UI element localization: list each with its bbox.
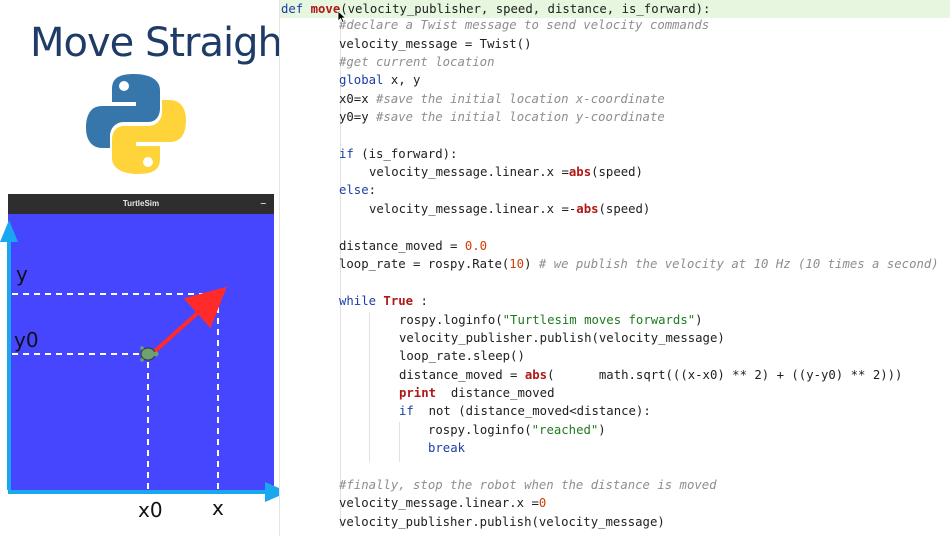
code-text: loop_rate = rospy.Rate( (339, 257, 510, 271)
code-comment: # we publish the velocity at 10 Hz (10 t… (538, 257, 939, 271)
code-text: y0=y (339, 110, 377, 124)
code-line-17[interactable]: while True : (339, 292, 428, 310)
code-text: (speed) (598, 202, 651, 216)
code-number: 0.0 (464, 239, 488, 253)
code-keyword: def (281, 2, 311, 16)
code-line-25[interactable]: break (428, 439, 465, 457)
axis-label-y0: y0 (14, 328, 39, 352)
indent-guide (369, 312, 370, 462)
code-keyword: if (339, 147, 354, 161)
code-text: velocity_message.linear.x = (369, 165, 569, 179)
code-line-3[interactable]: velocity_message = Twist() (339, 35, 532, 53)
code-line-21[interactable]: distance_moved = abs( math.sqrt(((x-x0) … (399, 366, 902, 384)
code-keyword: if (399, 404, 414, 418)
code-text: ) (598, 423, 606, 437)
code-line-19[interactable]: velocity_publisher.publish(velocity_mess… (399, 329, 725, 347)
code-function-name: move (310, 2, 341, 16)
motion-arrow (152, 286, 227, 354)
code-builtin: abs (576, 202, 599, 216)
code-line-7[interactable]: y0=y #save the initial location y-coordi… (339, 108, 665, 126)
code-comment: #save the initial location y-coordinate (376, 110, 665, 124)
code-text: velocity_message.linear.x =- (369, 202, 577, 216)
code-comment: #finally, stop the robot when the distan… (339, 478, 717, 492)
code-line-15[interactable]: loop_rate = rospy.Rate(10) # we publish … (339, 255, 939, 273)
code-comment: #get current location (339, 55, 495, 69)
code-line-5[interactable]: global x, y (339, 71, 420, 89)
code-line-9[interactable]: if (is_forward): (339, 145, 457, 163)
slide-left-panel: Move Straight TurtleSim – y y0 x0 x (0, 0, 298, 536)
axis-label-x: x (212, 496, 224, 520)
code-line-6[interactable]: x0=x #save the initial location x-coordi… (339, 90, 665, 108)
code-string: "reached" (531, 423, 599, 437)
code-line-27[interactable]: #finally, stop the robot when the distan… (339, 476, 717, 494)
code-comment: #save the initial location x-coordinate (376, 92, 665, 106)
code-text: velocity_publisher.publish(velocity_mess… (339, 515, 665, 529)
code-text: velocity_publisher.publish(velocity_mess… (399, 331, 725, 345)
code-line-2[interactable]: #declare a Twist message to send velocit… (339, 16, 709, 34)
code-line-28[interactable]: velocity_message.linear.x =0 (339, 494, 546, 512)
code-editor[interactable]: def move(velocity_publisher, speed, dist… (279, 0, 950, 536)
code-text: not (distance_moved<distance): (413, 404, 651, 418)
code-text: x0=x (339, 92, 377, 106)
code-text: loop_rate.sleep() (399, 349, 525, 363)
code-line-22[interactable]: print distance_moved (399, 384, 555, 402)
mouse-cursor-icon (337, 10, 347, 24)
code-text: : (413, 294, 428, 308)
code-line-12[interactable]: velocity_message.linear.x =-abs(speed) (369, 200, 650, 218)
code-line-20[interactable]: loop_rate.sleep() (399, 347, 525, 365)
code-text: : (368, 183, 377, 197)
code-keyword: break (428, 441, 466, 455)
code-text: (speed) (591, 165, 643, 179)
code-text: rospy.loginfo( (399, 313, 503, 327)
code-builtin: abs (524, 368, 548, 382)
code-line-4[interactable]: #get current location (339, 53, 494, 71)
code-text: velocity_message.linear.x = (339, 496, 539, 510)
code-line-24[interactable]: rospy.loginfo("reached") (428, 421, 606, 439)
code-line-18[interactable]: rospy.loginfo("Turtlesim moves forwards"… (399, 311, 703, 329)
code-text: rospy.loginfo( (428, 423, 532, 437)
code-string: "Turtlesim moves forwards" (502, 313, 696, 327)
code-builtin: True (376, 294, 414, 308)
code-text: x, y (383, 73, 421, 87)
code-text: distance_moved = (399, 368, 525, 382)
code-line-29[interactable]: velocity_publisher.publish(velocity_mess… (339, 513, 665, 531)
code-comment: #declare a Twist message to send velocit… (339, 18, 710, 32)
code-text: ( math.sqrt(((x-x0) ** 2) + ((y-y0) ** 2… (547, 368, 903, 382)
axis-label-y: y (16, 262, 28, 286)
coordinate-diagram (0, 220, 288, 502)
indent-guide (399, 422, 400, 462)
code-text: ) (524, 257, 539, 271)
code-number: 0 (538, 496, 547, 510)
code-keyword: else (339, 183, 369, 197)
code-builtin: print (399, 386, 437, 400)
code-text: ) (695, 313, 703, 327)
code-text: velocity_message = Twist() (339, 37, 532, 51)
code-builtin: abs (568, 165, 592, 179)
code-line-14[interactable]: distance_moved = 0.0 (339, 237, 487, 255)
code-text: (velocity_publisher, speed, distance, is… (340, 2, 711, 16)
code-number: 10 (509, 257, 525, 271)
code-text: distance_moved (436, 386, 555, 400)
code-line-10[interactable]: velocity_message.linear.x =abs(speed) (369, 163, 643, 181)
code-keyword: global (339, 73, 384, 87)
code-line-23[interactable]: if not (distance_moved<distance): (399, 402, 651, 420)
code-text: distance_moved = (339, 239, 465, 253)
code-keyword: while (339, 294, 377, 308)
code-text: (is_forward): (353, 147, 458, 161)
axis-label-x0: x0 (138, 498, 163, 522)
code-line-11[interactable]: else: (339, 181, 376, 199)
